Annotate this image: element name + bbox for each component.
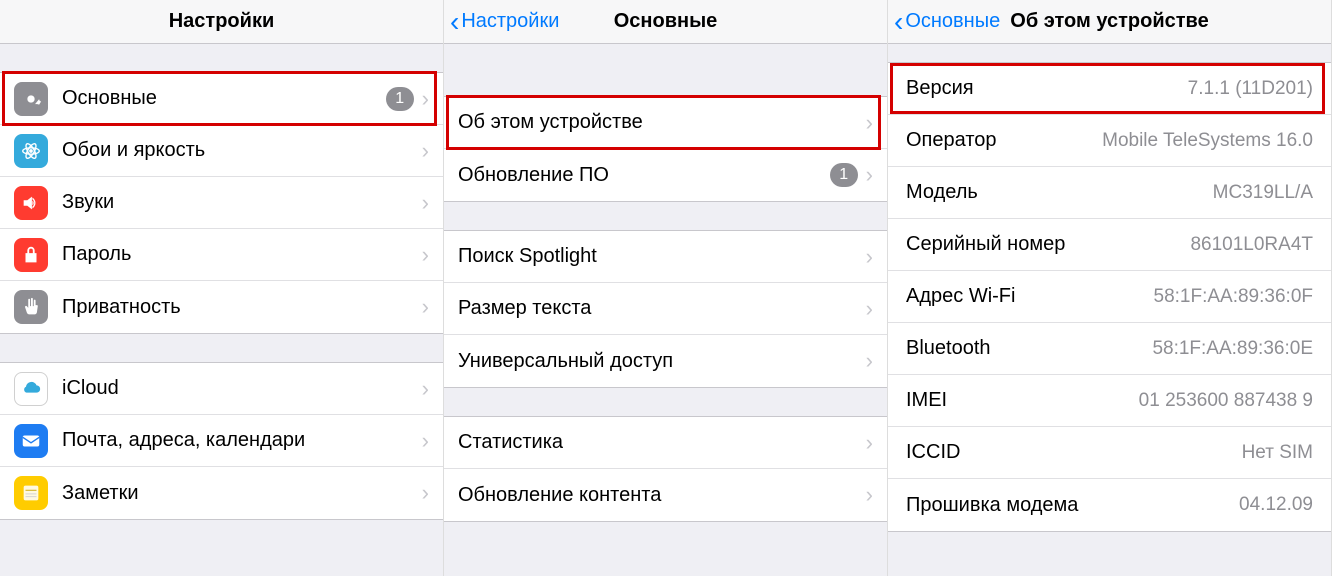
- row-value: 7.1.1 (11D201): [1188, 78, 1313, 100]
- row-value: 58:1F:AA:89:36:0E: [1152, 338, 1313, 360]
- mail-icon: [14, 424, 48, 458]
- back-label: Настройки: [461, 10, 559, 33]
- chevron-right-icon: ›: [422, 294, 429, 320]
- chevron-right-icon: ›: [422, 480, 429, 506]
- header-title: Основные: [614, 10, 718, 33]
- row-mail[interactable]: Почта, адреса, календари›: [0, 415, 443, 467]
- row-label: iCloud: [62, 377, 422, 400]
- row-label: Bluetooth: [906, 337, 1152, 360]
- row-about[interactable]: Об этом устройстве›: [444, 97, 887, 149]
- row-value: 01 253600 887438 9: [1139, 390, 1313, 412]
- row-content-update[interactable]: Обновление контента›: [444, 469, 887, 521]
- row-statistics[interactable]: Статистика›: [444, 417, 887, 469]
- lock-icon: [14, 238, 48, 272]
- row-label: IMEI: [906, 389, 1139, 412]
- row-label: Модель: [906, 181, 1213, 204]
- row-value: 04.12.09: [1239, 494, 1313, 516]
- notes-icon: [14, 476, 48, 510]
- speaker-icon: [14, 186, 48, 220]
- row-general[interactable]: Основные1 ›: [0, 73, 443, 125]
- chevron-right-icon: ›: [422, 138, 429, 164]
- row-label: Размер текста: [458, 297, 866, 320]
- row-label: Поиск Spotlight: [458, 245, 866, 268]
- chevron-right-icon: ›: [422, 242, 429, 268]
- badge: 1: [386, 87, 414, 111]
- row-value: 86101L0RA4T: [1190, 234, 1313, 256]
- row-iccid: ICCIDНет SIM: [888, 427, 1331, 479]
- chevron-right-icon: ›: [422, 428, 429, 454]
- row-label: Пароль: [62, 243, 422, 266]
- cloud-icon: [14, 372, 48, 406]
- row-label: Звуки: [62, 191, 422, 214]
- row-icloud[interactable]: iCloud›: [0, 363, 443, 415]
- row-label: Обновление контента: [458, 484, 866, 507]
- row-modem: Прошивка модема04.12.09: [888, 479, 1331, 531]
- row-model: МодельMC319LL/A: [888, 167, 1331, 219]
- row-label: Приватность: [62, 296, 422, 319]
- row-software-update[interactable]: Обновление ПО1 ›: [444, 149, 887, 201]
- chevron-right-icon: ›: [866, 296, 873, 322]
- chevron-right-icon: ›: [866, 430, 873, 456]
- row-value: Mobile TeleSystems 16.0: [1102, 130, 1313, 152]
- chevron-right-icon: ›: [422, 190, 429, 216]
- row-label: ICCID: [906, 441, 1242, 464]
- chevron-right-icon: ›: [866, 162, 873, 188]
- chevron-right-icon: ›: [866, 110, 873, 136]
- row-bluetooth: Bluetooth58:1F:AA:89:36:0E: [888, 323, 1331, 375]
- row-label: Прошивка модема: [906, 494, 1239, 517]
- row-label: Почта, адреса, календари: [62, 429, 422, 452]
- chevron-right-icon: ›: [866, 482, 873, 508]
- about-pane: ‹ Основные Об этом устройстве Версия7.1.…: [888, 0, 1332, 576]
- row-label: Универсальный доступ: [458, 350, 866, 373]
- row-label: Заметки: [62, 482, 422, 505]
- hand-icon: [14, 290, 48, 324]
- row-value: MC319LL/A: [1213, 182, 1313, 204]
- back-button[interactable]: ‹ Настройки: [450, 8, 559, 36]
- badge: 1: [830, 163, 858, 187]
- back-button[interactable]: ‹ Основные: [894, 8, 1000, 36]
- row-label: Основные: [62, 87, 386, 110]
- chevron-left-icon: ‹: [894, 8, 903, 36]
- row-value: Нет SIM: [1242, 442, 1313, 464]
- atom-icon: [14, 134, 48, 168]
- row-sounds[interactable]: Звуки›: [0, 177, 443, 229]
- chevron-left-icon: ‹: [450, 8, 459, 36]
- row-version: Версия7.1.1 (11D201): [888, 63, 1331, 115]
- row-label: Адрес Wi-Fi: [906, 285, 1154, 308]
- header: Настройки: [0, 0, 443, 44]
- header: ‹ Настройки Основные: [444, 0, 887, 44]
- chevron-right-icon: ›: [422, 86, 429, 112]
- chevron-right-icon: ›: [866, 348, 873, 374]
- row-label: Статистика: [458, 431, 866, 454]
- row-label: Об этом устройстве: [458, 111, 866, 134]
- header-title: Настройки: [169, 10, 275, 33]
- header-title: Об этом устройстве: [1010, 10, 1208, 33]
- row-label: Обновление ПО: [458, 164, 830, 187]
- row-value: 58:1F:AA:89:36:0F: [1154, 286, 1314, 308]
- row-privacy[interactable]: Приватность›: [0, 281, 443, 333]
- gear-icon: [14, 82, 48, 116]
- settings-pane: Настройки Основные1›Обои и яркость›Звуки…: [0, 0, 444, 576]
- row-wifi: Адрес Wi-Fi58:1F:AA:89:36:0F: [888, 271, 1331, 323]
- row-notes[interactable]: Заметки›: [0, 467, 443, 519]
- chevron-right-icon: ›: [866, 244, 873, 270]
- row-serial: Серийный номер86101L0RA4T: [888, 219, 1331, 271]
- row-wallpaper[interactable]: Обои и яркость›: [0, 125, 443, 177]
- general-pane: ‹ Настройки Основные Об этом устройстве›…: [444, 0, 888, 576]
- row-label: Серийный номер: [906, 233, 1190, 256]
- row-carrier: ОператорMobile TeleSystems 16.0: [888, 115, 1331, 167]
- chevron-right-icon: ›: [422, 376, 429, 402]
- row-text-size[interactable]: Размер текста›: [444, 283, 887, 335]
- row-accessibility[interactable]: Универсальный доступ›: [444, 335, 887, 387]
- row-label: Оператор: [906, 129, 1102, 152]
- row-spotlight[interactable]: Поиск Spotlight›: [444, 231, 887, 283]
- row-passcode[interactable]: Пароль›: [0, 229, 443, 281]
- header: ‹ Основные Об этом устройстве: [888, 0, 1331, 44]
- row-imei: IMEI01 253600 887438 9: [888, 375, 1331, 427]
- row-label: Обои и яркость: [62, 139, 422, 162]
- row-label: Версия: [906, 77, 1188, 100]
- back-label: Основные: [905, 10, 1000, 33]
